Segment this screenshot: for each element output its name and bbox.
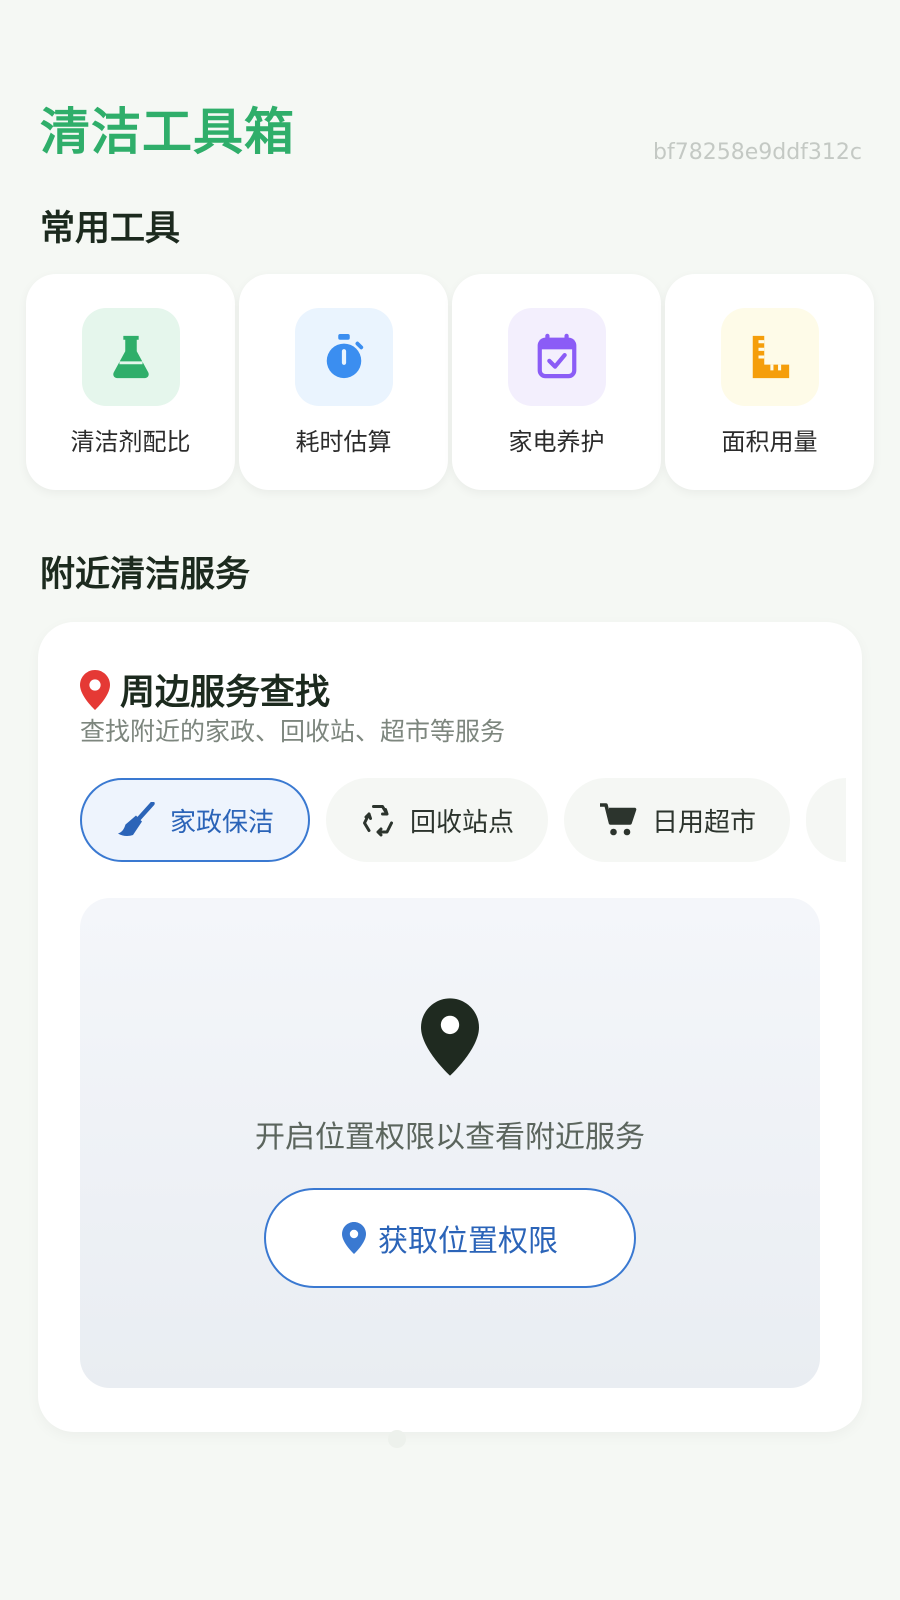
tool-icon-box bbox=[294, 308, 393, 406]
tools-section-title: 常用工具 bbox=[40, 209, 181, 249]
tool-label: 家电养护 bbox=[508, 428, 605, 456]
broom-icon bbox=[118, 802, 155, 836]
nearby-service-card: 周边服务查找 查找附近的家政、回收站、超市等服务 家政保洁 回收站点 日用超市 … bbox=[38, 622, 862, 1432]
tool-card-area-usage[interactable]: 面积用量 bbox=[665, 274, 874, 490]
map-location-pin-icon bbox=[421, 998, 479, 1076]
location-permission-message: 开启位置权限以查看附近服务 bbox=[255, 1120, 645, 1155]
chip-housekeeping[interactable]: 家政保洁 bbox=[80, 778, 311, 862]
request-location-button[interactable]: 获取位置权限 bbox=[264, 1188, 636, 1288]
device-id: bf78258e9ddf312c bbox=[653, 140, 862, 165]
tool-label: 耗时估算 bbox=[295, 428, 392, 456]
request-location-label: 获取位置权限 bbox=[378, 1224, 558, 1259]
tool-icon-box bbox=[720, 308, 819, 406]
tool-grid: 清洁剂配比 耗时估算 家电养护 面积用量 bbox=[26, 274, 874, 490]
chip-supermarket[interactable]: 日用超市 bbox=[564, 778, 791, 862]
tool-card-appliance-care[interactable]: 家电养护 bbox=[452, 274, 661, 490]
chip-overflow-partial[interactable] bbox=[806, 778, 847, 862]
chip-recycling[interactable]: 回收站点 bbox=[326, 778, 549, 862]
nearby-section-title: 附近清洁服务 bbox=[40, 555, 251, 595]
service-category-chips: 家政保洁 回收站点 日用超市 bbox=[80, 778, 847, 862]
tool-icon-box bbox=[507, 308, 606, 406]
tool-icon-box bbox=[81, 308, 180, 406]
map-placeholder: 开启位置权限以查看附近服务 获取位置权限 bbox=[80, 898, 820, 1388]
chip-label: 家政保洁 bbox=[170, 807, 275, 838]
service-card-subtitle: 查找附近的家政、回收站、超市等服务 bbox=[80, 717, 506, 746]
location-pin-icon bbox=[342, 1222, 366, 1254]
flask-icon bbox=[112, 335, 149, 379]
app-screen: 清洁工具箱 bf78258e9ddf312c 常用工具 清洁剂配比 耗时估算 家… bbox=[0, 0, 900, 1600]
location-pin-icon bbox=[80, 669, 110, 710]
tool-card-time-estimate[interactable]: 耗时估算 bbox=[239, 274, 448, 490]
recycle-icon bbox=[363, 805, 394, 837]
page-indicator-dot bbox=[388, 1430, 406, 1448]
stopwatch-icon bbox=[326, 334, 363, 379]
tool-label: 面积用量 bbox=[721, 428, 818, 456]
service-header: 周边服务查找 bbox=[80, 664, 330, 715]
tool-card-detergent-ratio[interactable]: 清洁剂配比 bbox=[26, 274, 235, 490]
chip-label: 回收站点 bbox=[410, 807, 515, 838]
service-card-title: 周边服务查找 bbox=[120, 673, 331, 713]
ruler-icon bbox=[752, 335, 789, 379]
cart-icon bbox=[600, 803, 637, 836]
app-title: 清洁工具箱 bbox=[40, 103, 295, 161]
tool-label: 清洁剂配比 bbox=[70, 428, 191, 456]
chip-label: 日用超市 bbox=[652, 807, 757, 838]
calendar-check-icon bbox=[537, 333, 576, 379]
